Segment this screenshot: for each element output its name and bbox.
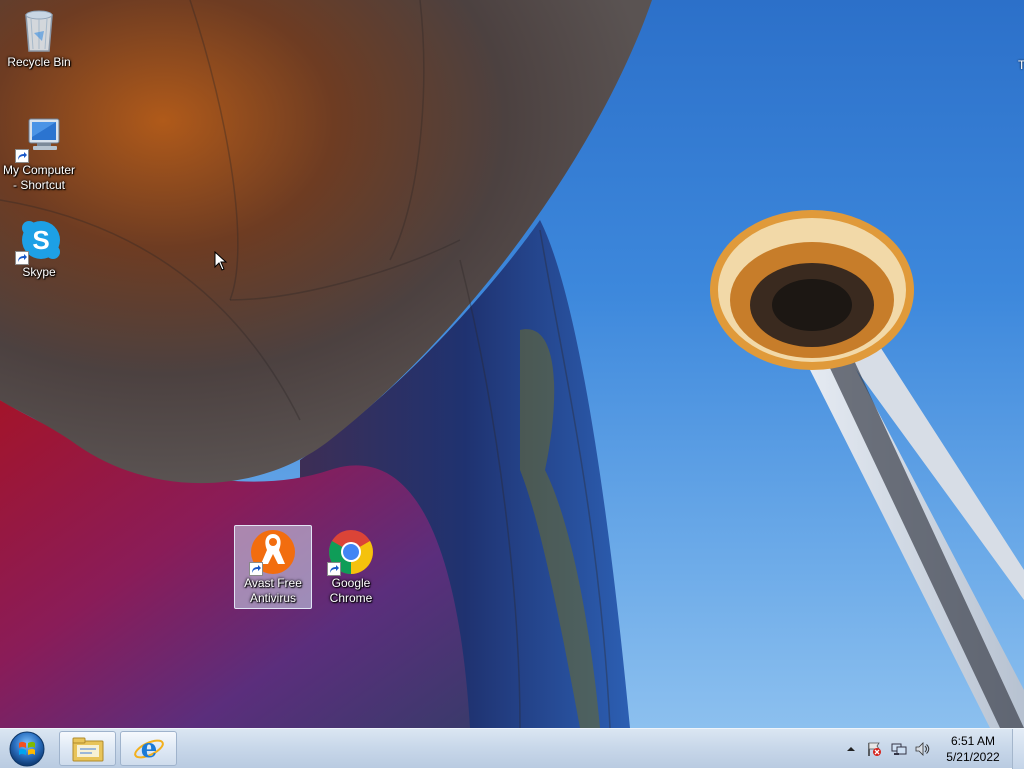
avast-icon (249, 528, 297, 576)
skype-icon: S (15, 217, 63, 265)
action-center-flag-icon[interactable] (866, 741, 882, 757)
clock-time: 6:51 AM (950, 734, 996, 748)
taskbar-clock[interactable]: 6:51 AM 5/21/2022 (940, 733, 1006, 765)
desktop-icon-label: Recycle Bin (7, 55, 71, 69)
recycle-bin-icon (15, 7, 63, 55)
show-desktop-button[interactable] (1012, 729, 1024, 769)
desktop-icon-google-chrome[interactable]: Google Chrome (312, 525, 390, 610)
mouse-cursor-icon (214, 251, 228, 271)
desktop-icon-label: Google Chrome (329, 576, 373, 605)
svg-text:e: e (140, 734, 157, 764)
taskbar-button-internet-explorer[interactable]: e (120, 731, 177, 766)
file-explorer-icon (72, 737, 103, 761)
desktop-icon-label: Avast Free Antivirus (244, 576, 302, 605)
desktop-icon-skype[interactable]: S Skype (0, 214, 78, 284)
taskbar: e 6:51 AM 5/21/2022 (0, 728, 1024, 769)
network-icon[interactable] (891, 741, 907, 757)
shortcut-arrow-icon (249, 562, 263, 576)
show-hidden-icons-arrow-icon[interactable] (843, 741, 859, 757)
clipped-desktop-label: T (1018, 58, 1024, 72)
desktop-icon-recycle-bin[interactable]: Recycle Bin (0, 4, 78, 74)
start-button[interactable] (2, 730, 52, 768)
desktop-wallpaper (0, 0, 1024, 728)
shortcut-arrow-icon (15, 251, 29, 265)
desktop-icon-label: Skype (22, 265, 56, 279)
chrome-icon (327, 528, 375, 576)
windows-start-orb-icon (9, 731, 45, 767)
desktop-icon-avast[interactable]: Avast Free Antivirus (234, 525, 312, 609)
clock-date: 5/21/2022 (946, 750, 1000, 764)
shortcut-arrow-icon (15, 149, 29, 163)
internet-explorer-icon: e (133, 734, 164, 764)
desktop-icon-my-computer[interactable]: My Computer - Shortcut (0, 112, 78, 197)
computer-icon (15, 115, 63, 163)
desktop[interactable]: Recycle Bin My Computer - Shortcut S Sky… (0, 0, 1024, 728)
shortcut-arrow-icon (327, 562, 341, 576)
volume-icon[interactable] (914, 741, 930, 757)
desktop-icon-label: My Computer - Shortcut (2, 163, 76, 192)
taskbar-button-windows-explorer[interactable] (59, 731, 116, 766)
svg-text:S: S (32, 225, 49, 255)
